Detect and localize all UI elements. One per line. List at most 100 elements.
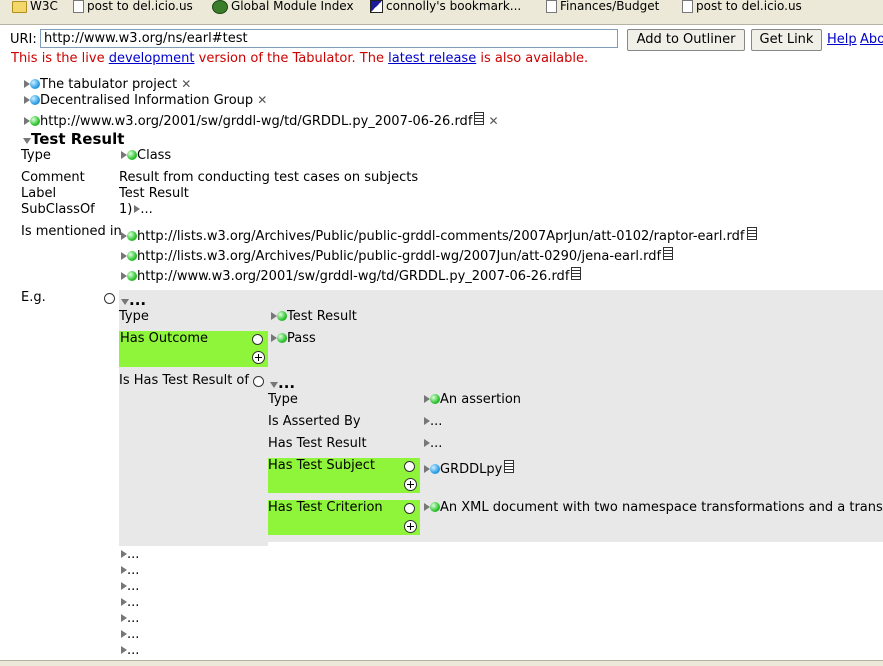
about-link[interactable]: About [860,32,883,47]
test-subject-label: Has Test Subject [268,458,375,473]
close-icon[interactable]: ✕ [257,93,267,107]
bookmark-delicious-2[interactable]: post to del.icio.us [682,0,802,15]
bookmark-finances[interactable]: Finances/Budget [546,0,659,15]
green-dot-icon [277,333,287,343]
has-test-result-label: Has Test Result [268,436,367,451]
mention-item: http://lists.w3.org/Archives/Public/publ… [121,227,757,244]
asserted-by-label: Is Asserted By [268,414,361,429]
green-dot-icon [127,251,137,261]
folder-icon [12,0,27,13]
ring-icon[interactable] [253,376,264,387]
collapsed-row: ... [121,547,139,562]
add-to-outliner-button[interactable]: Add to Outliner [627,29,745,51]
bookmark-global-module-index[interactable]: Global Module Index [212,0,354,15]
mention-item: http://www.w3.org/2001/sw/grddl-wg/td/GR… [121,267,582,284]
blue-dot-icon [430,464,440,474]
uri-input[interactable] [40,29,618,48]
cc-icon [370,0,383,13]
close-icon[interactable]: ✕ [181,77,191,91]
example-header: ... [121,291,146,309]
result-of-label-panel [119,374,268,546]
prop-type-value: Class [121,148,171,163]
criterion-add [404,520,417,537]
get-link-button[interactable]: Get Link [751,29,822,51]
collapsed-row: ... [121,595,139,610]
collapse-icon[interactable] [121,299,129,305]
collapsed-row: ... [121,643,139,658]
ring-icon[interactable] [404,461,415,472]
status-bar [0,660,883,666]
document-icon[interactable] [571,267,582,280]
development-link[interactable]: development [109,51,195,66]
green-dot-icon [430,394,440,404]
bookmark-delicious-1[interactable]: post to del.icio.us [73,0,193,15]
prop-eg-label: E.g. [21,290,46,305]
close-icon[interactable]: ✕ [489,114,499,128]
blue-dot-icon [30,95,40,105]
bookmark-w3c[interactable]: W3C [12,0,58,15]
collapsed-row: ... [121,611,139,626]
page-icon [682,0,693,13]
document-icon[interactable] [474,112,485,125]
test-criterion-value: An XML document with two namespace trans… [424,500,883,515]
green-dot-icon [30,116,40,126]
subject-add [404,478,417,495]
add-icon[interactable] [404,478,417,491]
add-icon[interactable] [404,520,417,533]
outcome-ring [252,334,263,349]
example-ring [104,293,115,308]
subject-ring [404,461,415,476]
has-test-result-value: ... [424,436,442,451]
prop-mentioned-label: Is mentioned in [21,224,122,239]
mention-item: http://lists.w3.org/Archives/Public/publ… [121,247,674,264]
page-icon [73,0,84,13]
green-dot-icon [127,231,137,241]
assertion-header: ... [270,374,295,392]
test-criterion-label: Has Test Criterion [268,500,383,515]
prop-comment-value: Result from conducting test cases on sub… [119,170,419,185]
collapse-icon[interactable] [270,382,278,388]
subject-title: Test Result [23,130,124,148]
root-node-tabulator: The tabulator project ✕ [24,77,191,92]
ring-icon[interactable] [104,293,115,304]
prop-subclass-value: 1)... [119,202,153,217]
document-icon[interactable] [504,460,515,473]
document-icon[interactable] [746,227,757,240]
root-node-grddl: http://www.w3.org/2001/sw/grddl-wg/td/GR… [24,112,499,129]
assertion-type-value: An assertion [424,392,521,407]
example-type-label: Type [119,309,149,324]
page-icon [546,0,557,13]
bookmark-connolly[interactable]: connolly's bookmark... [370,0,521,15]
outcome-add [252,351,265,368]
ring-icon[interactable] [404,503,415,514]
notice-text: This is the live development version of … [11,51,589,66]
test-subject-value: GRDDLpy [424,460,515,477]
latest-release-link[interactable]: latest release [388,51,476,66]
collapsed-row: ... [121,579,139,594]
prop-label-label: Label [21,186,57,201]
green-dot-icon [127,150,137,160]
root-node-dig: Decentralised Information Group ✕ [24,93,267,108]
prop-label-value: Test Result [119,186,189,201]
example-outcome-label: Has Outcome [120,331,208,346]
example-outcome-value: Pass [271,331,316,346]
green-dot-icon [127,271,137,281]
assertion-type-label: Type [268,392,298,407]
green-dot-icon [277,311,287,321]
add-icon[interactable] [252,351,265,364]
asserted-by-value: ... [424,414,442,429]
bookmarks-toolbar: W3C post to del.icio.us Global Module In… [0,0,883,25]
criterion-ring [404,503,415,518]
collapse-icon[interactable] [23,138,31,144]
result-of-ring [253,376,264,391]
planet-icon [212,0,228,14]
prop-subclass-label: SubClassOf [21,202,95,217]
collapsed-row: ... [121,627,139,642]
help-link[interactable]: Help [827,32,857,47]
green-dot-icon [430,502,440,512]
ring-icon[interactable] [252,334,263,345]
prop-comment-label: Comment [21,170,85,185]
uri-label: URI: [10,32,37,47]
document-icon[interactable] [663,247,674,260]
result-of-label: Is Has Test Result of [119,373,249,388]
